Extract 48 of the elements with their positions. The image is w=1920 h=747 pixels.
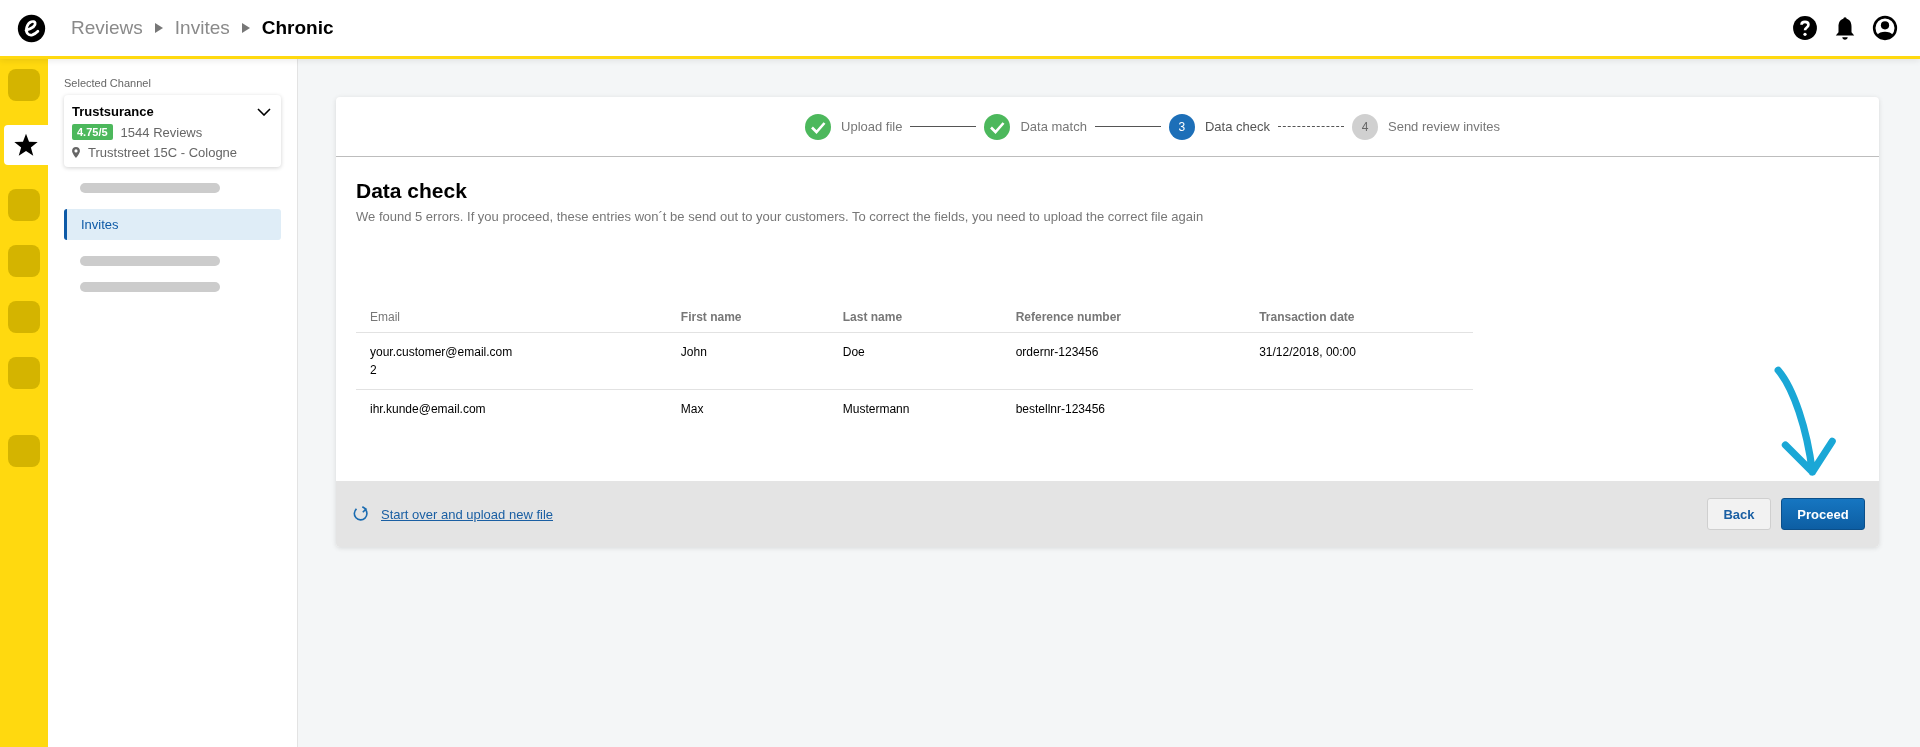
page-title: Data check bbox=[356, 179, 468, 203]
channel-card[interactable]: Trustsurance 4.75/5 1544 Reviews Truststreet 15C - Cologne bbox=[64, 95, 281, 167]
table-cell: ihr.kunde@email.com bbox=[370, 402, 486, 416]
step-connector bbox=[1094, 126, 1161, 127]
description-text: We found 5 errors. If you proceed, these entries won´t be send out to your customers. To correct the fields, you need to upload the correct file again bbox=[356, 209, 1205, 224]
rating-badge: 4.75/5 bbox=[72, 124, 113, 140]
table-cell: Max bbox=[680, 402, 704, 416]
step-label: Data check bbox=[1204, 119, 1270, 134]
back-button[interactable]: Back bbox=[1707, 498, 1771, 530]
step-label: Data match bbox=[1020, 119, 1087, 134]
table-cell: John bbox=[680, 345, 707, 359]
step-label: Send review invites bbox=[1388, 119, 1500, 134]
table-cell: ordernr-123456 bbox=[1015, 345, 1099, 359]
column-header: Transaction date bbox=[1245, 304, 1473, 333]
breadcrumb-item: Chronic bbox=[261, 17, 334, 39]
step-connector bbox=[1278, 126, 1344, 127]
proceed-button[interactable]: Proceed bbox=[1781, 498, 1865, 530]
column-header: Reference number bbox=[1001, 304, 1246, 333]
reload-icon[interactable] bbox=[352, 505, 370, 523]
logo-icon[interactable] bbox=[16, 12, 47, 44]
table-cell: 31/12/2018, 00:00 bbox=[1259, 345, 1356, 359]
help-icon[interactable] bbox=[1792, 15, 1818, 41]
channel-name: Trustsurance bbox=[72, 104, 154, 119]
chevron-down-icon[interactable] bbox=[257, 107, 271, 116]
user-account-icon[interactable] bbox=[1872, 15, 1898, 41]
table-cell: bestellnr-123456 bbox=[1015, 402, 1106, 416]
table-cell: Mustermann bbox=[842, 402, 910, 416]
step-number: 3 bbox=[1168, 113, 1195, 140]
step-label: Upload file bbox=[841, 119, 903, 134]
sidebar-item[interactable]: Invites bbox=[64, 209, 281, 240]
channel-address: Truststreet 15C - Cologne bbox=[88, 145, 238, 160]
review-count: 1544 Reviews bbox=[120, 124, 203, 140]
sidebar-caption: Selected Channel bbox=[64, 77, 152, 89]
column-header: Email bbox=[356, 304, 667, 333]
star-icon bbox=[13, 132, 39, 158]
column-header: Last name bbox=[828, 304, 1002, 333]
breadcrumb-item[interactable]: Reviews bbox=[71, 17, 143, 39]
column-header: First name bbox=[666, 304, 829, 333]
step-connector bbox=[910, 126, 977, 127]
breadcrumb-item[interactable]: Invites bbox=[174, 17, 230, 39]
restart-link[interactable]: Start over and upload new file bbox=[381, 506, 553, 522]
table-cell: Doe bbox=[842, 345, 865, 359]
location-pin-icon bbox=[72, 147, 80, 158]
table-cell: your.customer@email.com 2 bbox=[370, 345, 513, 377]
rail-button[interactable] bbox=[4, 125, 48, 165]
breadcrumb-separator-icon bbox=[154, 23, 163, 33]
step-number: 4 bbox=[1352, 113, 1378, 140]
breadcrumb-separator-icon bbox=[241, 23, 250, 33]
